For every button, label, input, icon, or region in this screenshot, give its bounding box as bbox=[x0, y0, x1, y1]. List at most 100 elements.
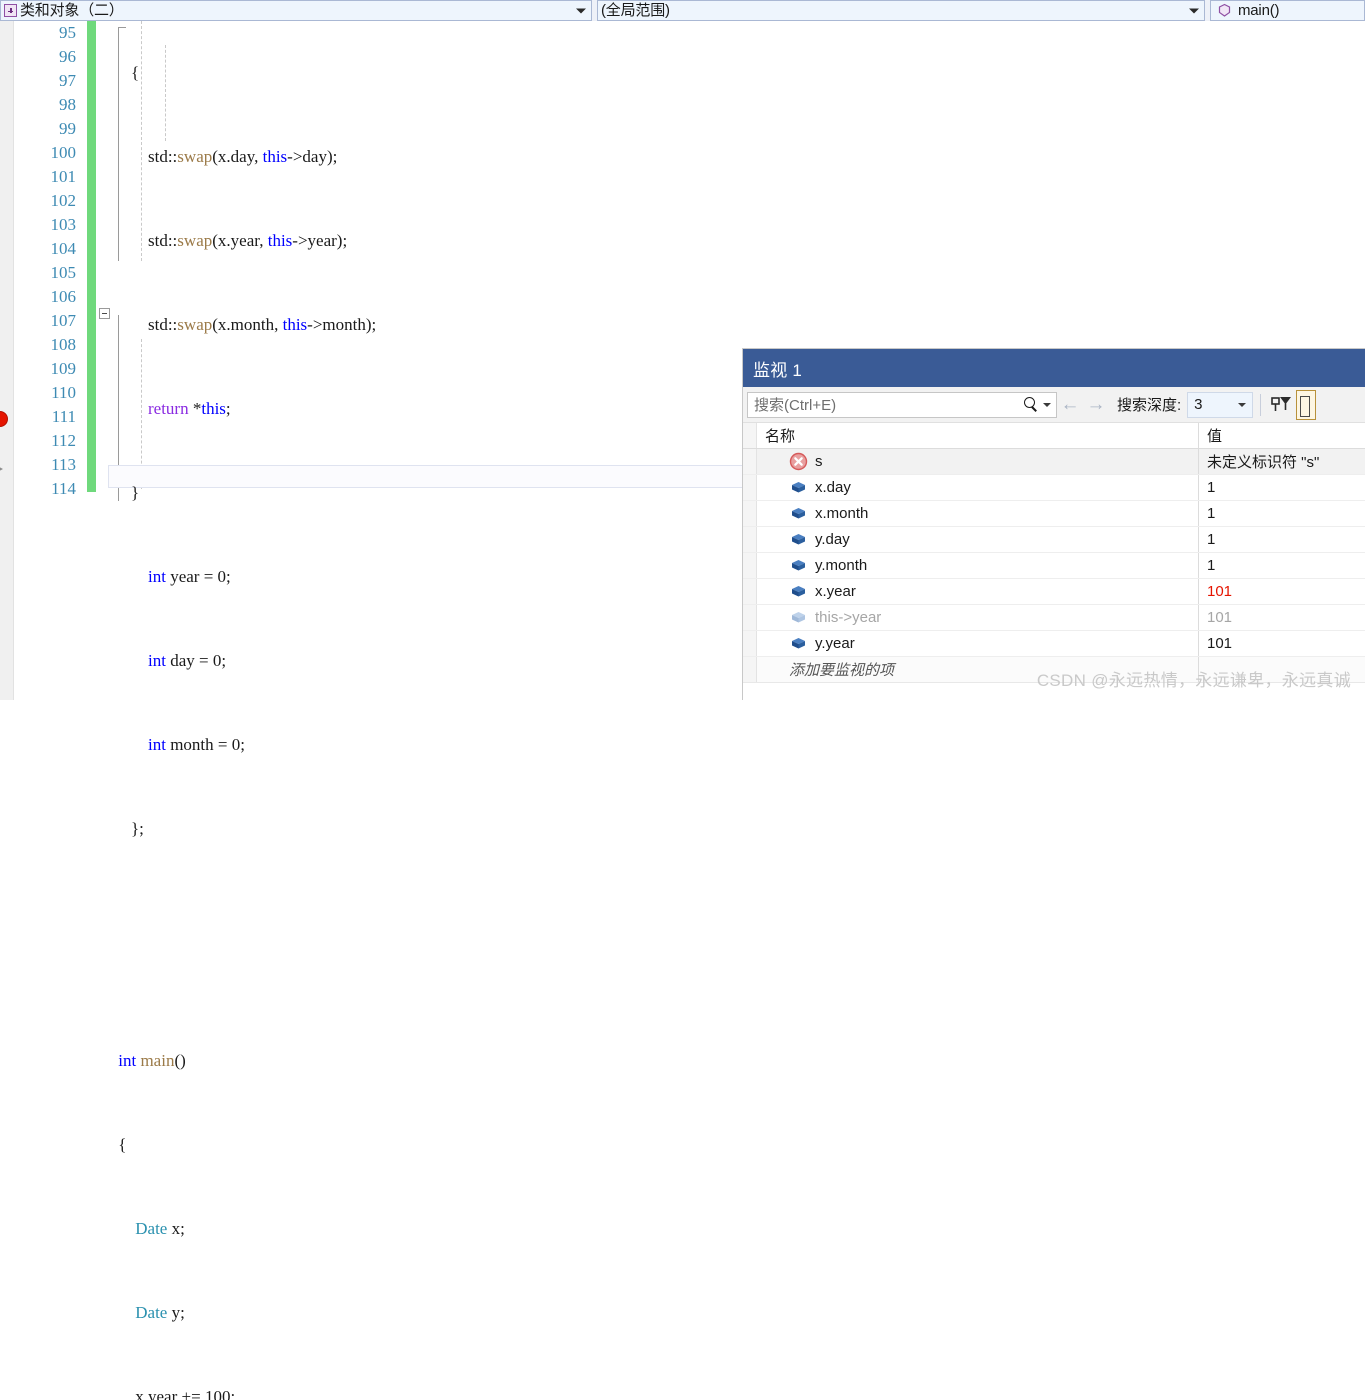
code-line: std::swap(x.year, this->year); bbox=[114, 231, 348, 250]
code-line: std::swap(x.day, this->day); bbox=[114, 147, 338, 166]
table-row[interactable]: s 未定义标识符 "s" bbox=[743, 449, 1365, 475]
watch-item-value[interactable]: 1 bbox=[1199, 553, 1365, 578]
table-row[interactable]: y.month 1 bbox=[743, 553, 1365, 579]
line-number: 110 bbox=[51, 383, 76, 402]
watch-item-name-cell[interactable]: x.year bbox=[757, 579, 1199, 604]
code-line: x.year += 100; bbox=[114, 1387, 236, 1400]
watch-toolbar-overflow-button[interactable] bbox=[1296, 389, 1317, 420]
member-scope-dropdown[interactable]: main() bbox=[1210, 0, 1365, 21]
table-row[interactable]: x.month 1 bbox=[743, 501, 1365, 527]
watch-grid-header: 名称 值 bbox=[743, 423, 1365, 449]
grid-gutter bbox=[743, 449, 757, 474]
variable-cube-icon bbox=[789, 530, 808, 549]
arrow-left-icon[interactable]: ← bbox=[1057, 392, 1083, 418]
watch-window-title-bar: 监视 1 bbox=[743, 349, 1365, 387]
editor-navigation-bar: 类和对象（二） (全局范围) main() bbox=[0, 0, 1365, 21]
watch-add-item-row[interactable]: 添加要监视的项 bbox=[743, 657, 1365, 683]
global-scope-dropdown[interactable]: (全局范围) bbox=[597, 0, 1205, 21]
grid-gutter bbox=[743, 475, 757, 500]
table-row[interactable]: x.year 101 bbox=[743, 579, 1365, 605]
watch-item-value[interactable]: 1 bbox=[1199, 501, 1365, 526]
class-scope-label: 类和对象（二） bbox=[20, 2, 124, 19]
grid-gutter bbox=[743, 423, 757, 448]
grid-gutter bbox=[743, 657, 757, 682]
watch-item-name-cell[interactable]: s bbox=[757, 449, 1199, 474]
arrow-right-icon[interactable]: → bbox=[1083, 392, 1109, 418]
watch-window-title: 监视 1 bbox=[753, 360, 802, 380]
table-row[interactable]: y.year 101 bbox=[743, 631, 1365, 657]
breakpoint-marker[interactable] bbox=[0, 411, 8, 427]
chevron-down-icon[interactable] bbox=[1238, 402, 1247, 407]
line-number: 98 bbox=[59, 95, 76, 114]
watch-item-name-cell[interactable]: x.month bbox=[757, 501, 1199, 526]
code-line: Date x; bbox=[135, 1219, 185, 1238]
watch-item-name-cell[interactable]: this->year bbox=[757, 605, 1199, 630]
line-number-gutter: 95 96 97 98 99 100 101 102 103 104 105 1… bbox=[14, 21, 80, 700]
watch-item-name: x.year bbox=[815, 583, 856, 600]
method-cube-icon bbox=[1217, 3, 1232, 18]
watch-item-value[interactable]: 101 bbox=[1199, 605, 1365, 630]
search-depth-label: 搜索深度: bbox=[1117, 397, 1182, 414]
chevron-down-icon[interactable] bbox=[1189, 8, 1199, 13]
code-line: Date y; bbox=[135, 1303, 185, 1322]
chevron-down-icon[interactable] bbox=[576, 8, 586, 13]
column-header-value[interactable]: 值 bbox=[1199, 423, 1365, 448]
watch-item-name: y.year bbox=[815, 635, 855, 652]
toolbar-separator bbox=[1260, 393, 1262, 416]
table-row[interactable]: y.day 1 bbox=[743, 527, 1365, 553]
search-options-chevron-icon[interactable] bbox=[1043, 402, 1051, 407]
watch-item-value[interactable]: 未定义标识符 "s" bbox=[1199, 449, 1365, 474]
watch-item-value[interactable]: 1 bbox=[1199, 527, 1365, 552]
watch-search-placeholder: 搜索(Ctrl+E) bbox=[754, 397, 837, 414]
line-number: 112 bbox=[51, 431, 76, 450]
watch-item-name-cell[interactable]: y.year bbox=[757, 631, 1199, 656]
breakpoint-gutter[interactable] bbox=[0, 21, 14, 700]
watch-variables-grid[interactable]: 名称 值 s 未定义标识符 "s" x.day 1 x.month 1 y.da… bbox=[743, 423, 1365, 700]
error-circle-icon bbox=[789, 452, 808, 471]
variable-cube-icon bbox=[789, 582, 808, 601]
watch-item-name: x.month bbox=[815, 505, 869, 522]
line-number: 96 bbox=[59, 47, 76, 66]
search-depth-select[interactable]: 3 bbox=[1187, 391, 1254, 418]
watch-item-value[interactable]: 101 bbox=[1199, 631, 1365, 656]
watch-add-item-value[interactable] bbox=[1199, 657, 1365, 682]
class-scope-dropdown[interactable]: 类和对象（二） bbox=[0, 0, 592, 21]
watch-item-value[interactable]: 101 bbox=[1199, 579, 1365, 604]
code-line: int month = 0; bbox=[148, 735, 245, 754]
watch-window[interactable]: 监视 1 搜索(Ctrl+E) ← → 搜索深度: 3 名称 值 s 未定义标识… bbox=[742, 348, 1365, 700]
watch-item-name-cell[interactable]: y.day bbox=[757, 527, 1199, 552]
watch-item-name: x.day bbox=[815, 479, 851, 496]
line-number: 111 bbox=[51, 407, 76, 426]
code-line: std::swap(x.month, this->month); bbox=[114, 315, 377, 334]
grid-gutter bbox=[743, 501, 757, 526]
search-depth-value: 3 bbox=[1194, 396, 1203, 413]
variable-cube-icon bbox=[789, 608, 808, 627]
table-row[interactable]: this->year 101 bbox=[743, 605, 1365, 631]
watch-item-name: this->year bbox=[815, 609, 882, 626]
fold-collapse-icon[interactable] bbox=[99, 308, 110, 319]
pin-filter-icon[interactable] bbox=[1268, 392, 1294, 418]
variable-cube-icon bbox=[789, 634, 808, 653]
watch-add-item-placeholder[interactable]: 添加要监视的项 bbox=[757, 657, 1199, 682]
change-indicator-bar bbox=[87, 21, 96, 492]
variable-cube-icon bbox=[789, 556, 808, 575]
watch-item-name-cell[interactable]: y.month bbox=[757, 553, 1199, 578]
line-number: 97 bbox=[59, 71, 76, 90]
code-fold-gutter[interactable] bbox=[96, 21, 114, 700]
column-header-name[interactable]: 名称 bbox=[757, 423, 1199, 448]
line-number: 114 bbox=[51, 479, 76, 498]
watch-item-name-cell[interactable]: x.day bbox=[757, 475, 1199, 500]
table-row[interactable]: x.day 1 bbox=[743, 475, 1365, 501]
line-number: 107 bbox=[50, 311, 77, 330]
watch-toolbar[interactable]: 搜索(Ctrl+E) ← → 搜索深度: 3 bbox=[743, 387, 1365, 423]
magnifier-icon[interactable] bbox=[1022, 396, 1039, 413]
line-number: 102 bbox=[50, 191, 77, 210]
watch-search-input[interactable]: 搜索(Ctrl+E) bbox=[747, 391, 1057, 418]
watch-item-value[interactable]: 1 bbox=[1199, 475, 1365, 500]
line-number: 108 bbox=[50, 335, 77, 354]
grid-gutter bbox=[743, 527, 757, 552]
line-number: 100 bbox=[50, 143, 77, 162]
class-box-icon bbox=[4, 4, 17, 17]
